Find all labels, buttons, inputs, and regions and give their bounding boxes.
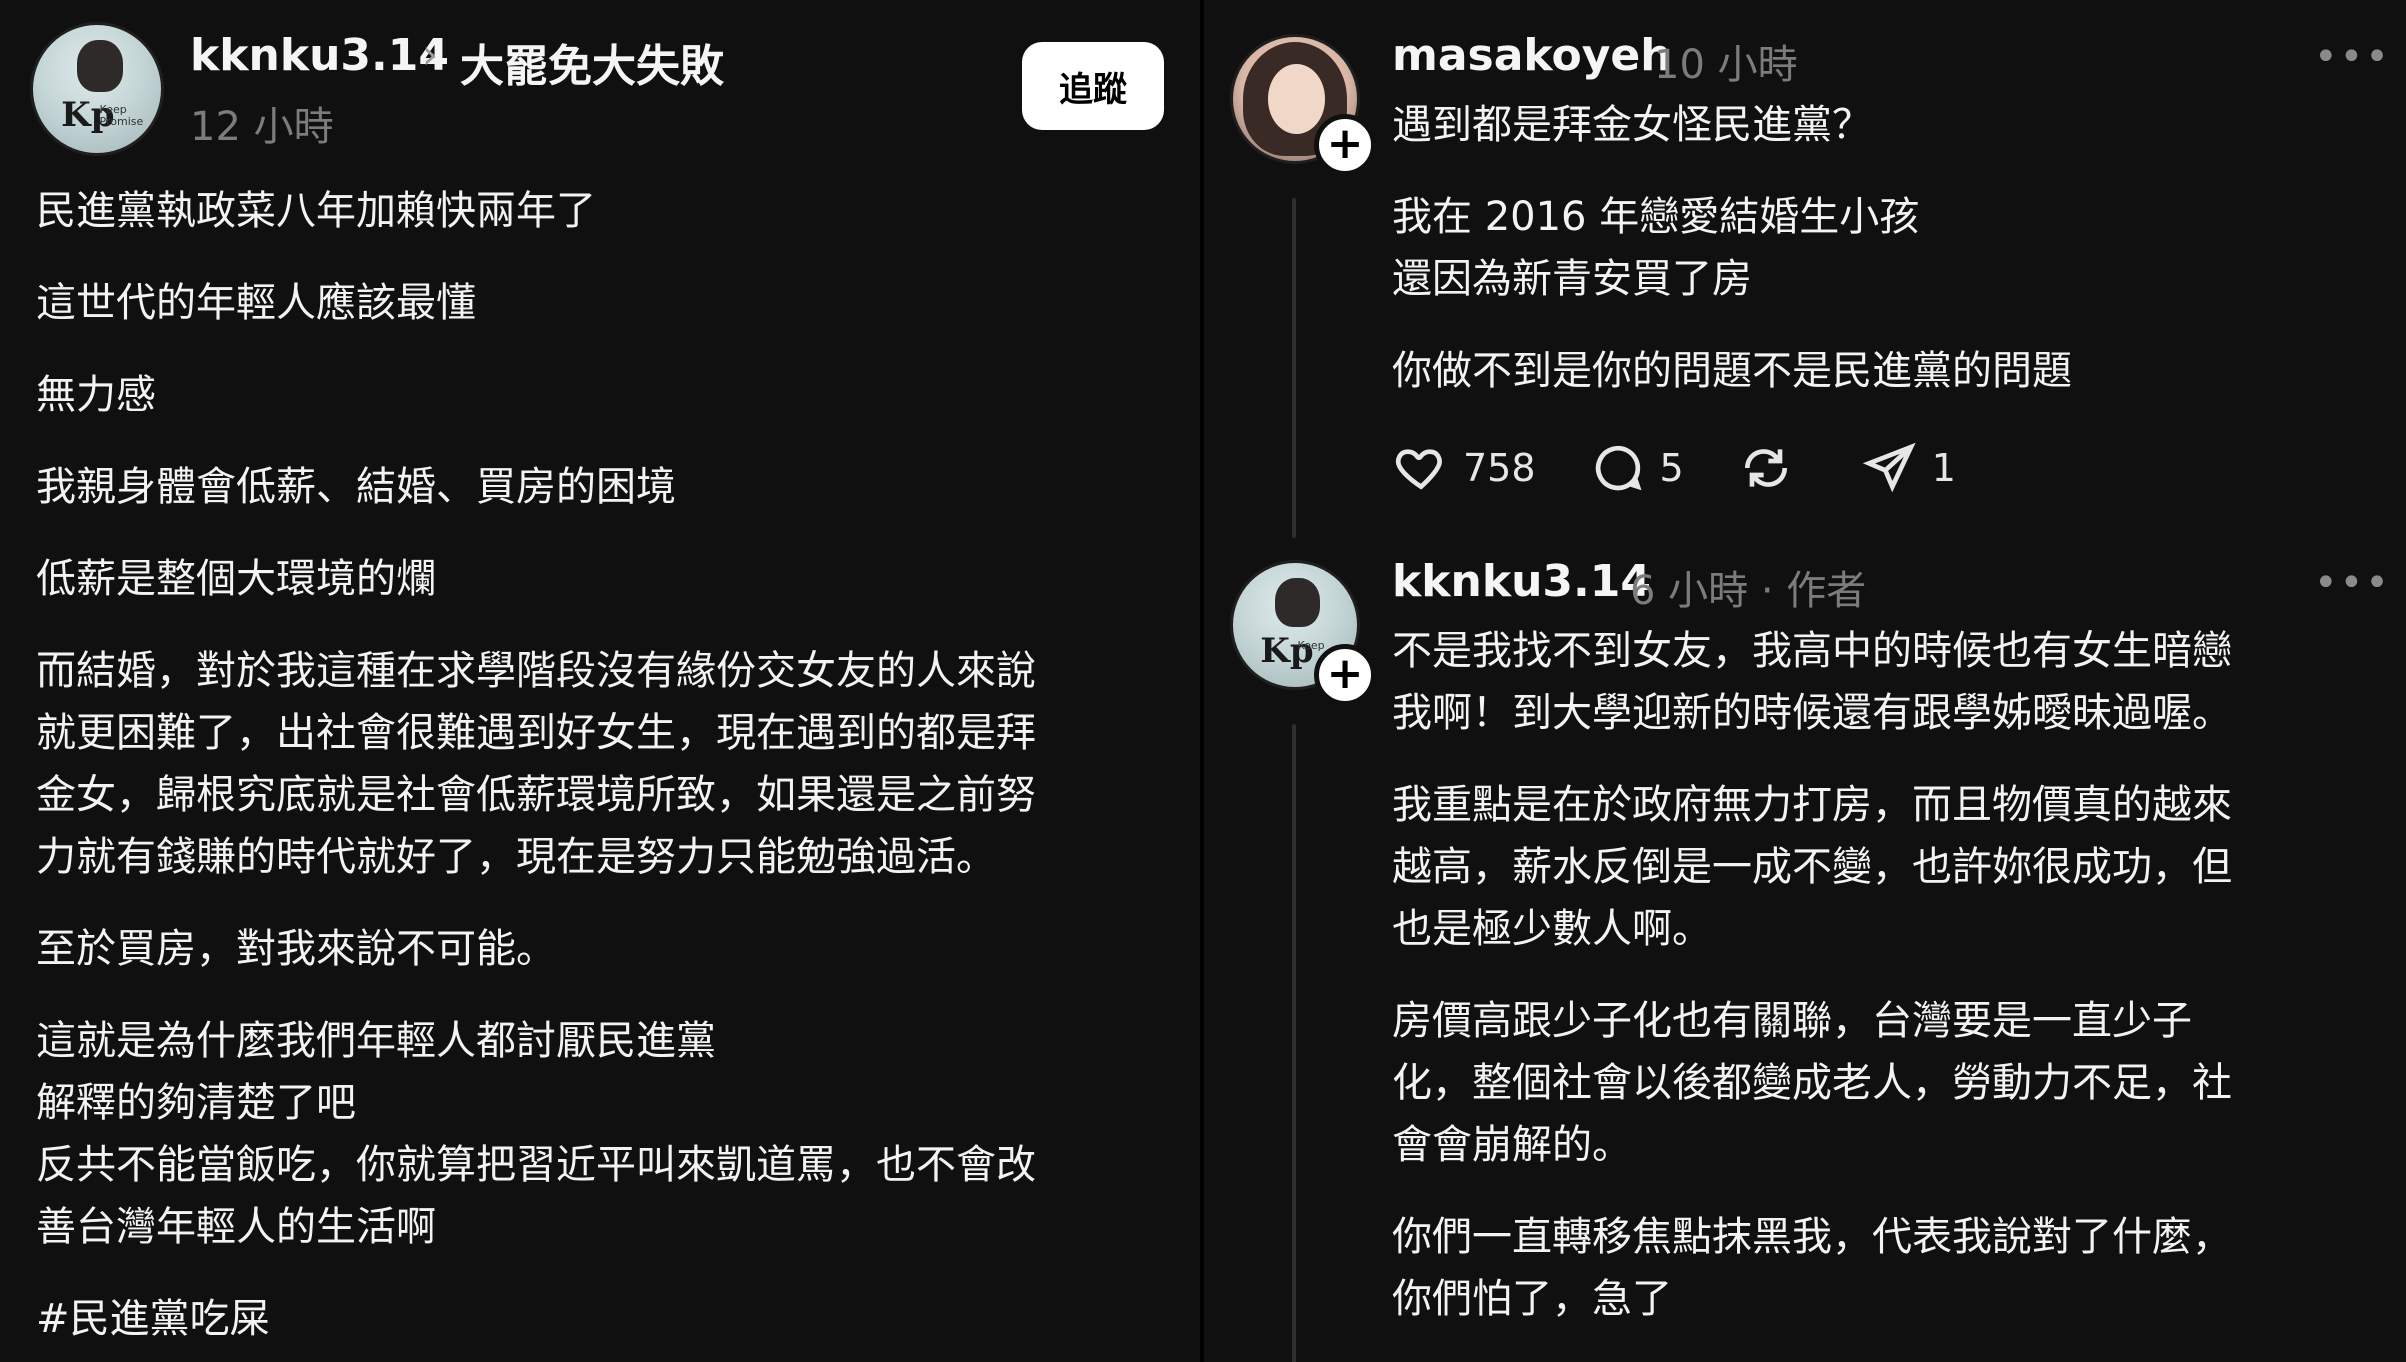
paragraph: 這就是為什麼我們年輕人都討厭民進黨 解釋的夠清楚了吧 反共不能當飯吃，你就算把習… [36, 1010, 1036, 1258]
post-time: 12 小時 [190, 104, 334, 150]
paragraph: 這世代的年輕人應該最懂 [36, 272, 1036, 334]
heart-icon [1395, 449, 1442, 490]
text-line: 這就是為什麼我們年輕人都討厭民進黨 [36, 1018, 716, 1064]
paragraph: 你做不到是你的問題不是民進黨的問題 [1392, 340, 2072, 402]
text-line: 也是極少數人啊。 [1392, 906, 1712, 952]
text-line: 你做不到是你的問題不是民進黨的問題 [1392, 348, 2072, 394]
paragraph: 民進黨執政菜八年加賴快兩年了 [36, 180, 1036, 242]
repost-icon [1744, 449, 1787, 487]
paragraph: 低薪是整個大環境的爛 [36, 548, 1036, 610]
comment-button[interactable]: 5 [1590, 440, 1684, 496]
share-button[interactable]: 1 [1862, 440, 1956, 496]
text-line: 至於買房，對我來說不可能。 [36, 926, 556, 972]
text-line: 遇到都是拜金女怪民進黨？ [1392, 102, 1872, 148]
text-line: 我在 2016 年戀愛結婚生小孩 [1392, 194, 1920, 240]
avatar-figure [76, 40, 123, 92]
text-line: 你們一直轉移焦點抹黑我，代表我說對了什麼， [1392, 1214, 2232, 1260]
text-line: 房價高跟少子化也有關聯，台灣要是一直少子 [1392, 998, 2192, 1044]
reply-body: 不是我找不到女友，我高中的時候也有女生暗戀 我啊！到大學迎新的時候還有跟學姊曖昧… [1392, 620, 2232, 1330]
username[interactable]: kknku3.14 [1392, 556, 1651, 607]
follow-plus-icon[interactable]: + [1314, 644, 1376, 706]
follow-button[interactable]: 追蹤 [1022, 42, 1164, 130]
thread-line [1292, 198, 1296, 538]
topic-tag[interactable]: 大罷免大失敗 [460, 30, 724, 94]
avatar-face [1267, 64, 1325, 134]
paragraph: 無力感 [36, 364, 1036, 426]
more-options-icon[interactable]: ••• [2314, 560, 2391, 606]
paragraph: 我在 2016 年戀愛結婚生小孩 還因為新青安買了房 [1392, 186, 2072, 310]
text-line: 力就有錢賺的時代就好了，現在是努力只能勉強過活。 [36, 834, 996, 880]
paragraph: 你們一直轉移焦點抹黑我，代表我說對了什麼， 你們怕了，急了 [1392, 1206, 2232, 1330]
avatar[interactable]: Kp Keep Promise [30, 22, 164, 156]
paragraph: 我親身體會低薪、結婚、買房的困境 [36, 456, 1036, 518]
paragraph: 而結婚，對於我這種在求學階段沒有緣份交女友的人來說 就更困難了，出社會很難遇到好… [36, 640, 1036, 888]
post-body: 民進黨執政菜八年加賴快兩年了 這世代的年輕人應該最懂 無力感 我親身體會低薪、結… [36, 180, 1036, 1350]
text-line: 越高，薪水反倒是一成不變，也許妳很成功，但 [1392, 844, 2232, 890]
repost-button[interactable] [1738, 440, 1808, 496]
text-line: 我親身體會低薪、結婚、買房的困境 [36, 464, 676, 510]
paragraph: #民進黨吃屎 [36, 1288, 1036, 1350]
text-line: 不是我找不到女友，我高中的時候也有女生暗戀 [1392, 628, 2232, 674]
text-line: 低薪是整個大環境的爛 [36, 556, 436, 602]
text-line: 民進黨執政菜八年加賴快兩年了 [36, 188, 596, 234]
text-line: 化，整個社會以後都變成老人，勞動力不足，社 [1392, 1060, 2232, 1106]
text-line: 你們怕了，急了 [1392, 1276, 1672, 1322]
paragraph: 遇到都是拜金女怪民進黨？ [1392, 94, 2072, 156]
follow-plus-icon[interactable]: + [1314, 114, 1376, 176]
paragraph: 至於買房，對我來說不可能。 [36, 918, 1036, 980]
comment-count: 5 [1659, 446, 1684, 490]
comment-icon [1595, 445, 1642, 491]
hashtag-link[interactable]: #民進黨吃屎 [36, 1296, 270, 1342]
avatar-figure [1275, 577, 1320, 628]
text-line: 我啊！到大學迎新的時候還有跟學姊曖昧過喔。 [1392, 690, 2232, 736]
text-line: 善台灣年輕人的生活啊 [36, 1204, 436, 1250]
thread-line [1292, 724, 1296, 1362]
replies-panel: + masakoyeh 10 小時 ••• 遇到都是拜金女怪民進黨？ 我在 20… [1204, 0, 2406, 1362]
text-line: 還因為新青安買了房 [1392, 256, 1752, 302]
text-line: 這世代的年輕人應該最懂 [36, 280, 476, 326]
text-line: 而結婚，對於我這種在求學階段沒有緣份交女友的人來說 [36, 648, 1036, 694]
action-bar: 758 5 1 [1393, 438, 2010, 498]
text-line: 金女，歸根究底就是社會低薪環境所致，如果還是之前努 [36, 772, 1036, 818]
like-button[interactable]: 758 [1393, 440, 1536, 496]
more-options-icon[interactable]: ••• [2314, 34, 2391, 80]
text-line: 會會崩解的。 [1392, 1122, 1632, 1168]
text-line: 反共不能當飯吃，你就算把習近平叫來凱道罵，也不會改 [36, 1142, 1036, 1188]
text-line: 我重點是在於政府無力打房，而且物價真的越來 [1392, 782, 2232, 828]
chevron-right-icon: › [422, 32, 438, 78]
avatar-logo-sub: Keep Promise [99, 103, 144, 129]
username[interactable]: masakoyeh [1392, 30, 1672, 81]
left-post-panel: Kp Keep Promise kknku3.14 › 大罷免大失敗 12 小時… [0, 0, 1200, 1362]
paragraph: 我重點是在於政府無力打房，而且物價真的越來 越高，薪水反倒是一成不變，也許妳很成… [1392, 774, 2232, 960]
share-icon [1862, 442, 1916, 493]
username[interactable]: kknku3.14 [190, 30, 449, 81]
text-line: 就更困難了，出社會很難遇到好女生，現在遇到的都是拜 [36, 710, 1036, 756]
reply-time: 10 小時 [1654, 42, 1798, 88]
reply-time: 6 小時 · 作者 [1630, 568, 1867, 614]
paragraph: 房價高跟少子化也有關聯，台灣要是一直少子 化，整個社會以後都變成老人，勞動力不足… [1392, 990, 2232, 1176]
like-count: 758 [1463, 446, 1536, 490]
text-line: 無力感 [36, 372, 156, 418]
paragraph: 不是我找不到女友，我高中的時候也有女生暗戀 我啊！到大學迎新的時候還有跟學姊曖昧… [1392, 620, 2232, 744]
share-count: 1 [1931, 446, 1956, 490]
text-line: 解釋的夠清楚了吧 [36, 1080, 356, 1126]
avatar-logo-sub: Keep [1297, 638, 1325, 652]
reply-body: 遇到都是拜金女怪民進黨？ 我在 2016 年戀愛結婚生小孩 還因為新青安買了房 … [1392, 94, 2072, 402]
